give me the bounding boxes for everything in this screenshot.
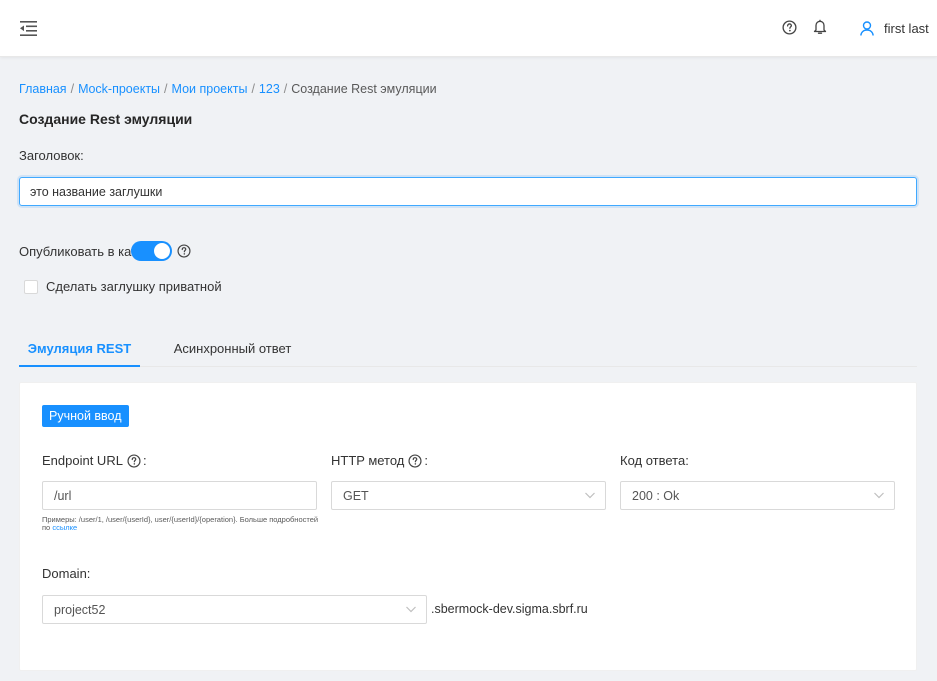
top-header: first last <box>0 0 937 57</box>
title-field-label: Заголовок: <box>19 148 84 163</box>
chevron-down-icon <box>406 606 416 613</box>
bell-icon[interactable] <box>813 19 827 35</box>
help-question-icon[interactable] <box>127 453 141 468</box>
help-question-icon[interactable] <box>408 453 422 468</box>
endpoint-hint-link[interactable]: ссылке <box>52 523 77 532</box>
manual-input-button[interactable]: Ручной ввод <box>42 405 129 427</box>
http-method-value: GET <box>343 488 369 503</box>
page-title: Создание Rest эмуляции <box>19 111 193 127</box>
private-checkbox-row[interactable]: Сделать заглушку приватной <box>24 279 222 294</box>
private-label: Сделать заглушку приватной <box>46 279 222 294</box>
breadcrumb-my-projects[interactable]: Мои проекты <box>172 82 248 96</box>
endpoint-label: Endpoint URL : <box>42 453 147 468</box>
toggle-knob <box>154 243 170 259</box>
help-question-icon[interactable] <box>177 244 191 258</box>
publish-toggle[interactable] <box>131 241 172 261</box>
breadcrumb-separator: / <box>164 82 168 96</box>
breadcrumb-separator: / <box>70 82 75 96</box>
user-name: first last <box>884 20 929 36</box>
response-code-select[interactable]: 200 : Ok <box>620 481 895 510</box>
endpoint-hint: Примеры: /user/1, /user/{userId}, user/{… <box>42 516 327 532</box>
emulation-tabs: Эмуляция REST Асинхронный ответ <box>19 330 917 367</box>
rest-config-card: Ручной ввод Endpoint URL : HTTP метод : … <box>19 382 917 671</box>
breadcrumb-separator: / <box>283 82 288 96</box>
domain-select[interactable]: project52 <box>42 595 427 624</box>
domain-suffix: .sbermock-dev.sigma.sbrf.ru <box>431 602 588 616</box>
tab-rest-emulation[interactable]: Эмуляция REST <box>19 330 140 367</box>
domain-label: Domain: <box>42 566 91 581</box>
http-method-label: HTTP метод : <box>331 453 428 468</box>
chevron-down-icon <box>585 492 595 499</box>
tab-async-response[interactable]: Асинхронный ответ <box>165 330 300 367</box>
breadcrumb-current: Создание Rest эмуляции <box>291 82 437 96</box>
breadcrumb-home[interactable]: Главная <box>19 82 67 96</box>
response-code-label: Код ответа: <box>620 453 689 468</box>
endpoint-hint-text: Примеры: /user/1, /user/{userId}, user/{… <box>42 515 319 532</box>
chevron-down-icon <box>874 492 884 499</box>
breadcrumb: Главная / Mock-проекты / Мои проекты/123/Соз… <box>19 82 437 96</box>
title-input[interactable] <box>19 177 917 206</box>
help-question-icon[interactable] <box>782 20 797 35</box>
response-code-value: 200 : Ok <box>632 488 680 503</box>
breadcrumb-separator: / <box>251 82 255 96</box>
breadcrumb-project-123[interactable]: 123 <box>259 82 280 96</box>
domain-value: project52 <box>54 602 106 617</box>
breadcrumb-mock-projects[interactable]: Mock-проекты <box>78 82 160 96</box>
menu-fold-icon[interactable] <box>20 21 37 36</box>
label-colon: : <box>142 453 147 468</box>
http-method-label-text: HTTP метод <box>331 453 405 468</box>
private-checkbox[interactable] <box>24 279 38 294</box>
publish-label: Опубликовать в каталоге <box>19 243 133 259</box>
http-method-select[interactable]: GET <box>331 481 606 510</box>
user-menu[interactable]: first last <box>860 18 929 38</box>
publish-row: Опубликовать в каталоге <box>19 240 191 262</box>
endpoint-label-text: Endpoint URL <box>42 453 123 468</box>
endpoint-url-input[interactable] <box>42 481 317 510</box>
label-colon: : <box>424 453 429 468</box>
user-icon <box>860 20 874 36</box>
